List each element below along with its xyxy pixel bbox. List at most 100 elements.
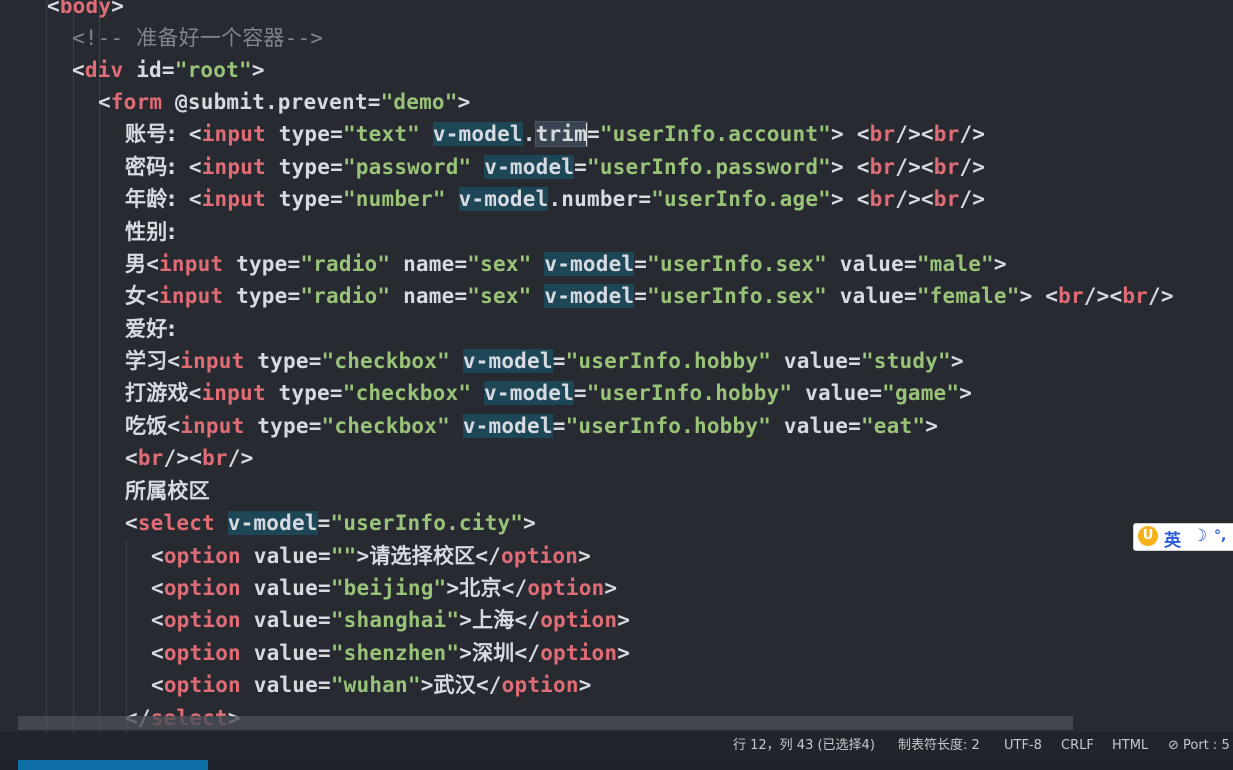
code-token: = <box>329 381 343 405</box>
code-line[interactable]: 打游戏<input type="checkbox" v-model="userI… <box>125 377 972 409</box>
code-token: "male" <box>916 252 994 276</box>
encoding[interactable]: UTF-8 <box>1004 732 1042 760</box>
code-line[interactable]: <form @submit.prevent="demo"> <box>98 86 470 118</box>
code-token: = <box>454 284 468 308</box>
code-line[interactable]: <body> <box>47 0 124 22</box>
code-token: "userInfo.hobby" <box>565 349 772 373</box>
code-line[interactable]: 年龄: <input type="number" v-model.number=… <box>125 183 985 215</box>
code-token: 爱好: <box>125 317 176 341</box>
horizontal-scrollbar[interactable] <box>18 716 1073 730</box>
code-line[interactable]: <option value="shanghai">上海</option> <box>151 604 630 636</box>
code-token: .number <box>548 187 639 211</box>
punct-icon[interactable]: °, <box>1214 528 1226 544</box>
code-token: "study" <box>860 349 951 373</box>
code-token: type <box>265 187 331 211</box>
code-token: />< <box>163 446 203 470</box>
code-token: < <box>167 414 181 438</box>
code-line[interactable]: 爱好: <box>125 313 176 345</box>
code-token: "checkbox" <box>321 414 450 438</box>
code-token: </ <box>475 673 502 697</box>
code-token: type <box>265 122 331 146</box>
code-token: v-model <box>432 122 523 146</box>
code-line[interactable]: 男<input type="radio" name="sex" v-model=… <box>125 248 1007 280</box>
code-token: </ <box>514 641 541 665</box>
code-token: input <box>159 252 224 276</box>
code-token: input <box>180 414 245 438</box>
code-token: "checkbox" <box>321 349 450 373</box>
code-editor[interactable]: <body> <!-- 准备好一个容器--> <div id="root"> <for… <box>0 0 1233 732</box>
code-token: = <box>573 381 587 405</box>
code-token: br <box>869 187 896 211</box>
code-token: type <box>244 414 309 438</box>
code-token: = <box>308 349 322 373</box>
code-token: < <box>176 155 202 179</box>
code-token: < <box>151 608 164 632</box>
code-token: option <box>163 576 241 600</box>
code-token: > <box>617 641 631 665</box>
moon-icon[interactable]: ☽ <box>1192 526 1207 546</box>
code-token: > <box>523 511 536 535</box>
code-token: = <box>634 252 648 276</box>
code-token: > <box>578 544 591 568</box>
code-line[interactable]: <div id="root"> <box>72 54 265 86</box>
code-line[interactable]: 吃饭<input type="checkbox" v-model="userIn… <box>125 410 938 442</box>
code-token: "text" <box>342 122 421 146</box>
line-ending[interactable]: CRLF <box>1061 732 1094 760</box>
code-token: v-model <box>484 381 574 405</box>
ime-toolbar[interactable]: U 英 ☽ °, <box>1133 523 1233 551</box>
code-line[interactable]: 所属校区 <box>125 475 210 507</box>
code-token: . <box>522 122 536 146</box>
code-token: "eat" <box>860 414 926 438</box>
code-line[interactable]: <br/><br/> <box>125 442 253 474</box>
code-token: select <box>137 511 215 535</box>
code-token: input <box>201 122 266 146</box>
code-line[interactable]: 学习<input type="checkbox" v-model="userIn… <box>125 345 964 377</box>
tab-size[interactable]: 制表符长度: 2 <box>898 732 980 760</box>
code-token: option <box>540 608 618 632</box>
code-token: > <box>925 414 939 438</box>
code-token: = <box>330 187 343 211</box>
port-status[interactable]: ⊘ Port : 5 <box>1168 732 1230 760</box>
code-token: > <box>578 673 592 697</box>
code-line[interactable]: 密码: <input type="password" v-model="user… <box>125 151 985 183</box>
code-line[interactable]: <option value="">请选择校区</option> <box>151 540 591 572</box>
language-mode[interactable]: HTML <box>1112 732 1148 760</box>
code-token: type <box>265 381 330 405</box>
code-line[interactable]: <!-- 准备好一个容器--> <box>72 22 323 54</box>
code-token: > < <box>1019 284 1059 308</box>
code-token: "userInfo.hobby" <box>586 381 793 405</box>
code-token: 密码: <box>125 155 176 179</box>
code-token: < <box>151 673 164 697</box>
code-token: br <box>933 122 960 146</box>
code-token: id <box>123 58 162 82</box>
code-token: = <box>634 284 648 308</box>
code-token: </ <box>501 576 528 600</box>
code-token: />< <box>1083 284 1123 308</box>
code-token: < <box>167 349 181 373</box>
code-line[interactable]: <option value="wuhan">武汉</option> <box>151 669 592 701</box>
code-line[interactable]: 女<input type="radio" name="sex" v-model=… <box>125 280 1174 312</box>
code-token: > <box>959 381 973 405</box>
cursor-position[interactable]: 行 12，列 43 (已选择4) <box>733 732 875 760</box>
code-token: "" <box>330 544 357 568</box>
code-token: "userInfo.hobby" <box>565 414 772 438</box>
ime-mode[interactable]: 英 <box>1164 526 1181 551</box>
code-token: div <box>84 58 124 82</box>
code-line[interactable]: 性别: <box>125 216 176 248</box>
code-token: option <box>501 544 579 568</box>
code-token: > <box>457 90 471 114</box>
code-token: value <box>771 414 849 438</box>
code-line[interactable]: <option value="beijing">北京</option> <box>151 572 617 604</box>
code-line[interactable]: 账号: <input type="text" v-model.trim="use… <box>125 118 985 150</box>
code-token: = <box>161 58 175 82</box>
code-token: "password" <box>342 155 472 179</box>
active-task[interactable] <box>18 760 208 770</box>
code-line[interactable]: <select v-model="userInfo.city"> <box>125 507 536 539</box>
code-line[interactable]: <option value="shenzhen">深圳</option> <box>151 637 630 669</box>
code-token: v-model <box>458 187 549 211</box>
code-token: value <box>240 641 318 665</box>
code-token: < <box>151 576 164 600</box>
